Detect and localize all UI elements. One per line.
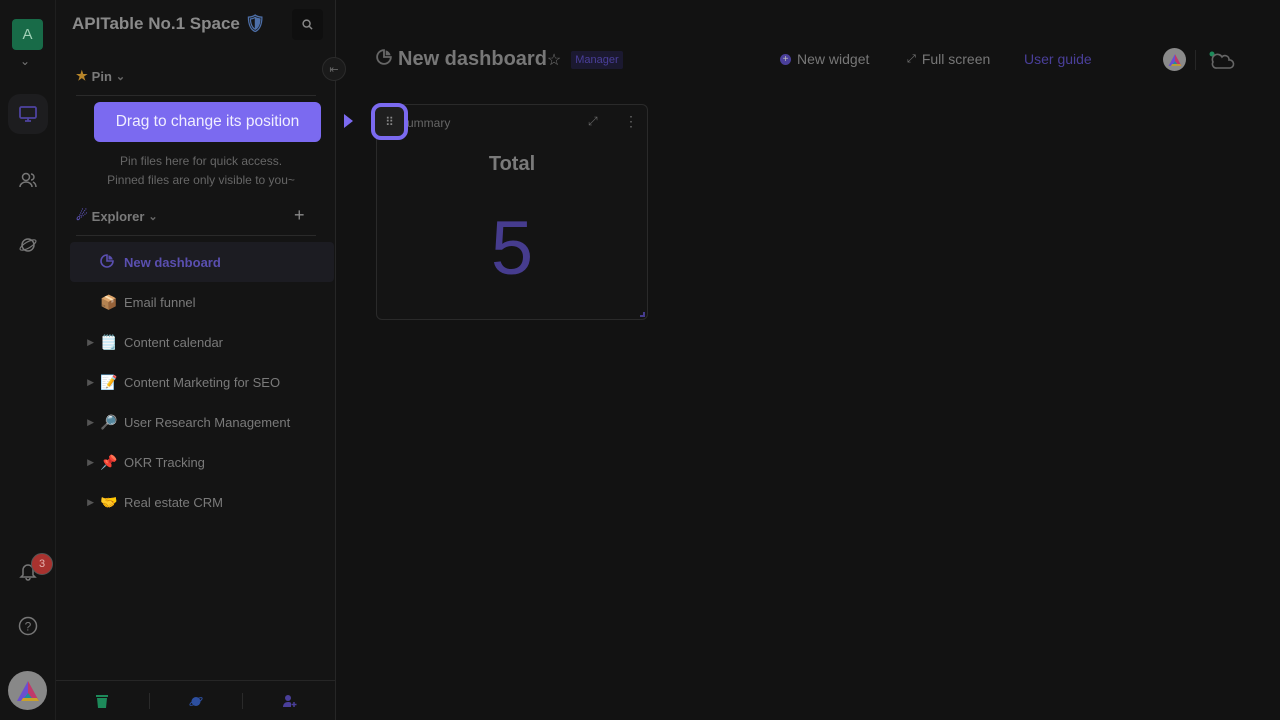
- sidebar-footer: [56, 680, 336, 720]
- collapse-sidebar-button[interactable]: ⇤: [322, 57, 346, 81]
- svg-text:?: ?: [25, 620, 32, 634]
- expand-icon: ⤢: [907, 52, 916, 65]
- tree-item-label: New dashboard: [124, 254, 221, 270]
- summary-label: Total: [488, 153, 536, 175]
- divider: [1195, 50, 1196, 70]
- page-title[interactable]: New dashboard: [398, 48, 547, 71]
- notepad-icon: 🗒️: [100, 333, 118, 350]
- user-guide-link[interactable]: User guide: [1024, 51, 1092, 67]
- invite-member-button[interactable]: [243, 693, 336, 709]
- divider: [76, 235, 316, 236]
- tooltip-pointer: [344, 114, 353, 128]
- memo-icon: 📝: [100, 373, 118, 390]
- explore-button[interactable]: [8, 224, 48, 264]
- trash-button[interactable]: [56, 693, 149, 709]
- explorer-section-toggle[interactable]: ☄ Explorer ⌄: [76, 208, 158, 224]
- template-center-button[interactable]: [150, 693, 243, 709]
- trash-icon: [96, 694, 109, 708]
- help-button[interactable]: ?: [8, 606, 48, 646]
- search-button[interactable]: [292, 9, 323, 40]
- resize-handle[interactable]: [640, 312, 645, 317]
- package-icon: 📦: [100, 293, 118, 310]
- expand-arrow-icon[interactable]: ▶: [70, 337, 100, 348]
- monitor-icon: [19, 106, 37, 122]
- star-icon: ★: [76, 68, 88, 83]
- pin-section-toggle[interactable]: ★ Pin ⌄: [76, 68, 125, 84]
- tree-item-label: User Research Management: [124, 414, 291, 430]
- search-icon: [302, 19, 313, 30]
- pushpin-icon: 📌: [100, 453, 118, 470]
- full-screen-button[interactable]: ⤢ Full screen: [907, 51, 990, 67]
- expand-arrow-icon[interactable]: ▶: [70, 417, 100, 428]
- divider: [76, 95, 316, 96]
- contacts-button[interactable]: [8, 160, 48, 200]
- widget-drag-handle[interactable]: ⠿: [371, 103, 408, 140]
- cloud-icon: [1209, 51, 1235, 69]
- sync-status-button[interactable]: [1208, 50, 1236, 75]
- tree-item-user-research[interactable]: ▶ 🔎 User Research Management: [70, 402, 334, 442]
- space-level-shield-icon: 🛡: [244, 14, 267, 33]
- handshake-icon: 🤝: [100, 493, 118, 510]
- role-badge: Manager: [571, 50, 623, 69]
- space-name[interactable]: APITable No.1 Space 🛡: [72, 14, 266, 34]
- tree-item-content-marketing[interactable]: ▶ 📝 Content Marketing for SEO: [70, 362, 334, 402]
- expand-arrow-icon[interactable]: ▶: [70, 497, 100, 508]
- tree-item-label: OKR Tracking: [124, 454, 205, 470]
- tree-item-label: Content Marketing for SEO: [124, 374, 281, 390]
- chevron-down-icon[interactable]: ⌄: [20, 54, 30, 68]
- summary-widget[interactable]: Summary ⤢ ⋮ Total 5: [376, 104, 648, 320]
- dashboard-icon: [376, 49, 392, 70]
- plus-circle-icon: +: [780, 53, 791, 65]
- onboarding-tooltip: Drag to change its position: [94, 102, 321, 142]
- help-icon: ?: [18, 616, 38, 636]
- add-node-button[interactable]: +: [294, 205, 305, 226]
- pin-hint: Pin files here for quick access.: [119, 154, 283, 168]
- magnifier-icon: 🔎: [100, 413, 118, 430]
- planet-icon: [19, 238, 37, 252]
- tree-item-label: Email funnel: [124, 294, 196, 310]
- rocket-icon: ☄: [76, 208, 88, 223]
- user-avatar[interactable]: [8, 671, 47, 710]
- tree-item-okr-tracking[interactable]: ▶ 📌 OKR Tracking: [70, 442, 334, 482]
- expand-widget-icon[interactable]: ⤢: [588, 114, 598, 129]
- tree-item-new-dashboard[interactable]: New dashboard: [70, 242, 334, 282]
- dashboard-icon: [100, 253, 124, 271]
- pin-hint-secondary: Pinned files are only visible to you~: [107, 173, 295, 187]
- favorite-star-icon[interactable]: ☆: [547, 50, 561, 70]
- expand-arrow-icon[interactable]: ▶: [70, 457, 100, 468]
- tree-item-email-funnel[interactable]: 📦 Email funnel: [70, 282, 334, 322]
- add-user-icon: [282, 694, 297, 707]
- planet-icon: [189, 696, 203, 706]
- summary-value: 5: [490, 206, 534, 291]
- more-options-icon[interactable]: ⋮: [624, 113, 638, 130]
- apitable-logo-icon: [1168, 53, 1181, 66]
- new-widget-button[interactable]: + New widget: [780, 51, 869, 67]
- dashboard-header: New dashboard ☆ Manager: [376, 48, 623, 71]
- notification-badge: 3: [31, 553, 53, 575]
- drag-dots-icon: ⠿: [385, 114, 394, 129]
- chevron-down-icon: ⌄: [148, 210, 158, 223]
- collaborator-avatar[interactable]: [1163, 48, 1186, 71]
- expand-arrow-icon[interactable]: ▶: [70, 377, 100, 388]
- tree-item-content-calendar[interactable]: ▶ 🗒️ Content calendar: [70, 322, 334, 362]
- global-nav-rail: A ⌄ 3 ?: [0, 0, 56, 720]
- tree-item-label: Real estate CRM: [124, 494, 223, 510]
- tree-item-real-estate-crm[interactable]: ▶ 🤝 Real estate CRM: [70, 482, 334, 522]
- space-avatar[interactable]: A: [12, 19, 43, 50]
- tree-item-label: Content calendar: [124, 334, 224, 350]
- workbench-button[interactable]: [8, 94, 48, 134]
- collapse-icon: ⇤: [329, 63, 339, 76]
- chevron-down-icon: ⌄: [115, 70, 126, 83]
- apitable-logo-icon: [16, 680, 39, 701]
- users-icon: [19, 172, 37, 188]
